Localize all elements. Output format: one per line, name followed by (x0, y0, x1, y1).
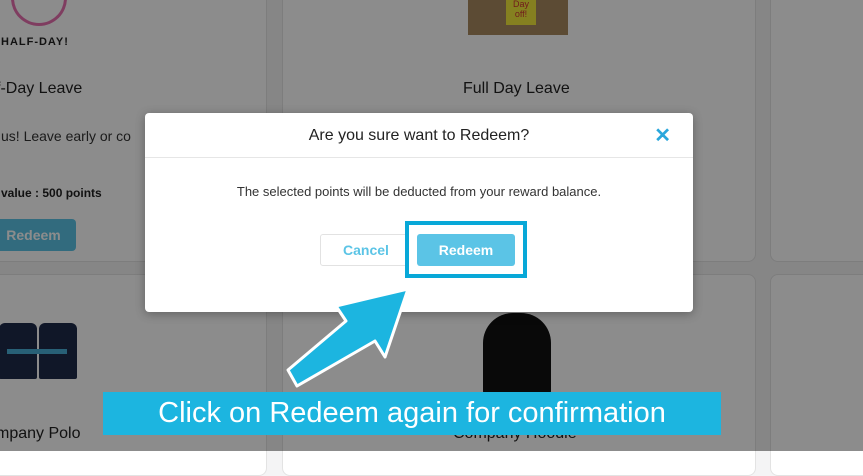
instruction-callout: Click on Redeem again for confirmation (103, 392, 721, 435)
pointer-arrow-icon (286, 287, 410, 388)
